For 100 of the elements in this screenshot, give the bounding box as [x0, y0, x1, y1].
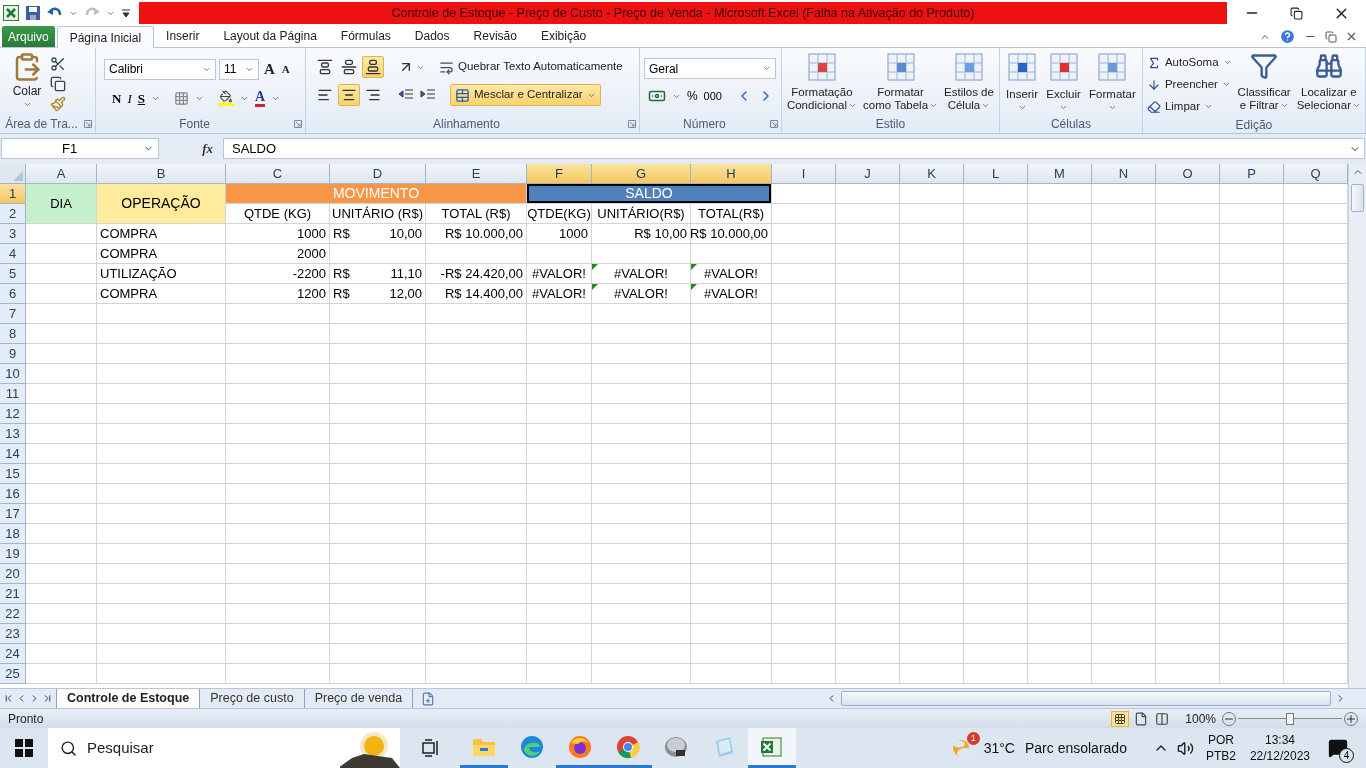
- decrease-indent-icon[interactable]: [397, 88, 414, 102]
- column-header[interactable]: A: [26, 164, 97, 184]
- dialog-launcher-icon[interactable]: [627, 120, 636, 128]
- ribbon-tab[interactable]: Layout da Página: [211, 25, 329, 47]
- shrink-font-button[interactable]: A: [279, 61, 292, 78]
- number-format-dropdown[interactable]: Geral: [643, 58, 776, 79]
- language-indicator[interactable]: POR PTB2: [1205, 732, 1236, 764]
- sheet-tab[interactable]: Controle de Estoque: [56, 689, 201, 708]
- font-color-button[interactable]: A: [254, 89, 266, 108]
- row-header[interactable]: 5: [0, 264, 26, 284]
- row-header[interactable]: 11: [0, 384, 26, 404]
- row-header[interactable]: 3: [0, 224, 26, 244]
- restore-icon[interactable]: [1290, 6, 1303, 20]
- ribbon-tab[interactable]: Exibição: [528, 25, 599, 47]
- row-header[interactable]: 2: [0, 204, 26, 224]
- dialog-launcher-icon[interactable]: [769, 120, 778, 128]
- column-header[interactable]: F: [527, 164, 592, 184]
- customize-toolbar-icon[interactable]: [121, 7, 131, 19]
- row-header[interactable]: 4: [0, 244, 26, 264]
- ribbon-tab[interactable]: Página Inicial: [56, 26, 155, 48]
- style-button[interactable]: Formatar como Tabela: [863, 52, 939, 115]
- zoom-slider-thumb[interactable]: [1286, 712, 1294, 725]
- copy-icon[interactable]: [50, 76, 66, 92]
- temperature-text[interactable]: 31°C: [983, 737, 1015, 759]
- new-sheet-icon[interactable]: [421, 691, 436, 706]
- column-header[interactable]: N: [1092, 164, 1156, 184]
- row-header[interactable]: 24: [0, 644, 26, 664]
- underline-button[interactable]: S: [137, 88, 145, 108]
- editing-menu-button[interactable]: Classificar e Filtrar: [1237, 52, 1291, 116]
- bottom-align-icon[interactable]: [361, 56, 384, 78]
- volume-icon[interactable]: [1176, 739, 1194, 757]
- close-icon[interactable]: [1345, 30, 1358, 43]
- zoom-level[interactable]: 100%: [1185, 709, 1216, 728]
- row-header[interactable]: 21: [0, 584, 26, 604]
- style-button[interactable]: Estilos de Célula: [944, 52, 994, 115]
- increase-indent-icon[interactable]: [419, 88, 436, 102]
- font-name-dropdown[interactable]: Calibri: [104, 58, 216, 80]
- column-header[interactable]: K: [900, 164, 964, 184]
- paste-button[interactable]: Colar: [4, 52, 50, 115]
- column-header[interactable]: M: [1028, 164, 1092, 184]
- row-header[interactable]: 16: [0, 484, 26, 504]
- row-header[interactable]: 12: [0, 404, 26, 424]
- dialog-launcher-icon[interactable]: [293, 120, 302, 128]
- normal-view-icon[interactable]: [1111, 710, 1130, 727]
- name-box[interactable]: F1: [1, 138, 159, 159]
- last-sheet-icon[interactable]: [42, 693, 53, 704]
- column-header[interactable]: L: [964, 164, 1028, 184]
- row-header[interactable]: 22: [0, 604, 26, 624]
- task-view-icon[interactable]: [422, 739, 440, 757]
- align-center-icon[interactable]: [337, 84, 360, 106]
- column-header[interactable]: H: [691, 164, 772, 184]
- column-header[interactable]: P: [1220, 164, 1284, 184]
- excel-logo-icon[interactable]: [3, 5, 19, 21]
- merge-center-button[interactable]: Mesclar e Centralizar: [449, 84, 601, 106]
- column-header[interactable]: G: [592, 164, 691, 184]
- grow-font-button[interactable]: A: [262, 58, 277, 81]
- clock[interactable]: 13:34 22/12/2023: [1249, 732, 1310, 764]
- help-icon[interactable]: [1279, 28, 1296, 45]
- ribbon-tab[interactable]: Fórmulas: [328, 25, 403, 47]
- weather-text[interactable]: Parc ensolarado: [1024, 737, 1127, 759]
- ribbon-tab[interactable]: Dados: [402, 25, 462, 47]
- editing-button[interactable]: Limpar: [1146, 97, 1232, 116]
- column-header[interactable]: E: [426, 164, 527, 184]
- save-icon[interactable]: [25, 5, 41, 21]
- horizontal-scrollbar-thumb[interactable]: [841, 691, 1331, 706]
- zoom-slider-track[interactable]: [1238, 711, 1342, 726]
- column-header[interactable]: J: [836, 164, 900, 184]
- editing-button[interactable]: Preencher: [1146, 75, 1232, 94]
- cells-button[interactable]: Excluir: [1046, 52, 1081, 115]
- windows-start-icon[interactable]: [15, 739, 33, 757]
- file-tab[interactable]: Arquivo: [2, 26, 55, 47]
- row-header[interactable]: 19: [0, 544, 26, 564]
- column-header[interactable]: O: [1156, 164, 1220, 184]
- column-header[interactable]: D: [330, 164, 426, 184]
- editing-button[interactable]: AutoSoma: [1146, 53, 1232, 72]
- dialog-launcher-icon[interactable]: [84, 120, 92, 128]
- italic-button[interactable]: I: [127, 88, 132, 108]
- column-header[interactable]: B: [97, 164, 226, 184]
- row-header[interactable]: 7: [0, 304, 26, 324]
- percent-button[interactable]: %: [686, 87, 698, 105]
- cells-button[interactable]: Formatar: [1089, 52, 1136, 115]
- first-sheet-icon[interactable]: [3, 693, 14, 704]
- row-header[interactable]: 9: [0, 344, 26, 364]
- column-header[interactable]: C: [226, 164, 330, 184]
- row-header[interactable]: 15: [0, 464, 26, 484]
- search-field[interactable]: Pesquisar: [48, 728, 340, 768]
- fill-color-icon[interactable]: [217, 90, 234, 107]
- column-header[interactable]: I: [772, 164, 836, 184]
- row-header[interactable]: 13: [0, 424, 26, 444]
- row-header[interactable]: 8: [0, 324, 26, 344]
- ribbon-tab[interactable]: Inserir: [154, 25, 212, 47]
- row-header[interactable]: 10: [0, 364, 26, 384]
- thousands-button[interactable]: 000: [703, 87, 722, 105]
- ribbon-tab[interactable]: Revisão: [461, 25, 529, 47]
- bold-button[interactable]: N: [112, 88, 122, 108]
- wrap-text-button[interactable]: Quebrar Texto Automaticamente: [438, 58, 623, 76]
- row-header[interactable]: 1: [0, 184, 26, 204]
- function-button[interactable]: fx: [202, 138, 213, 159]
- cells-button[interactable]: Inserir: [1006, 52, 1038, 115]
- borders-icon[interactable]: [173, 90, 189, 106]
